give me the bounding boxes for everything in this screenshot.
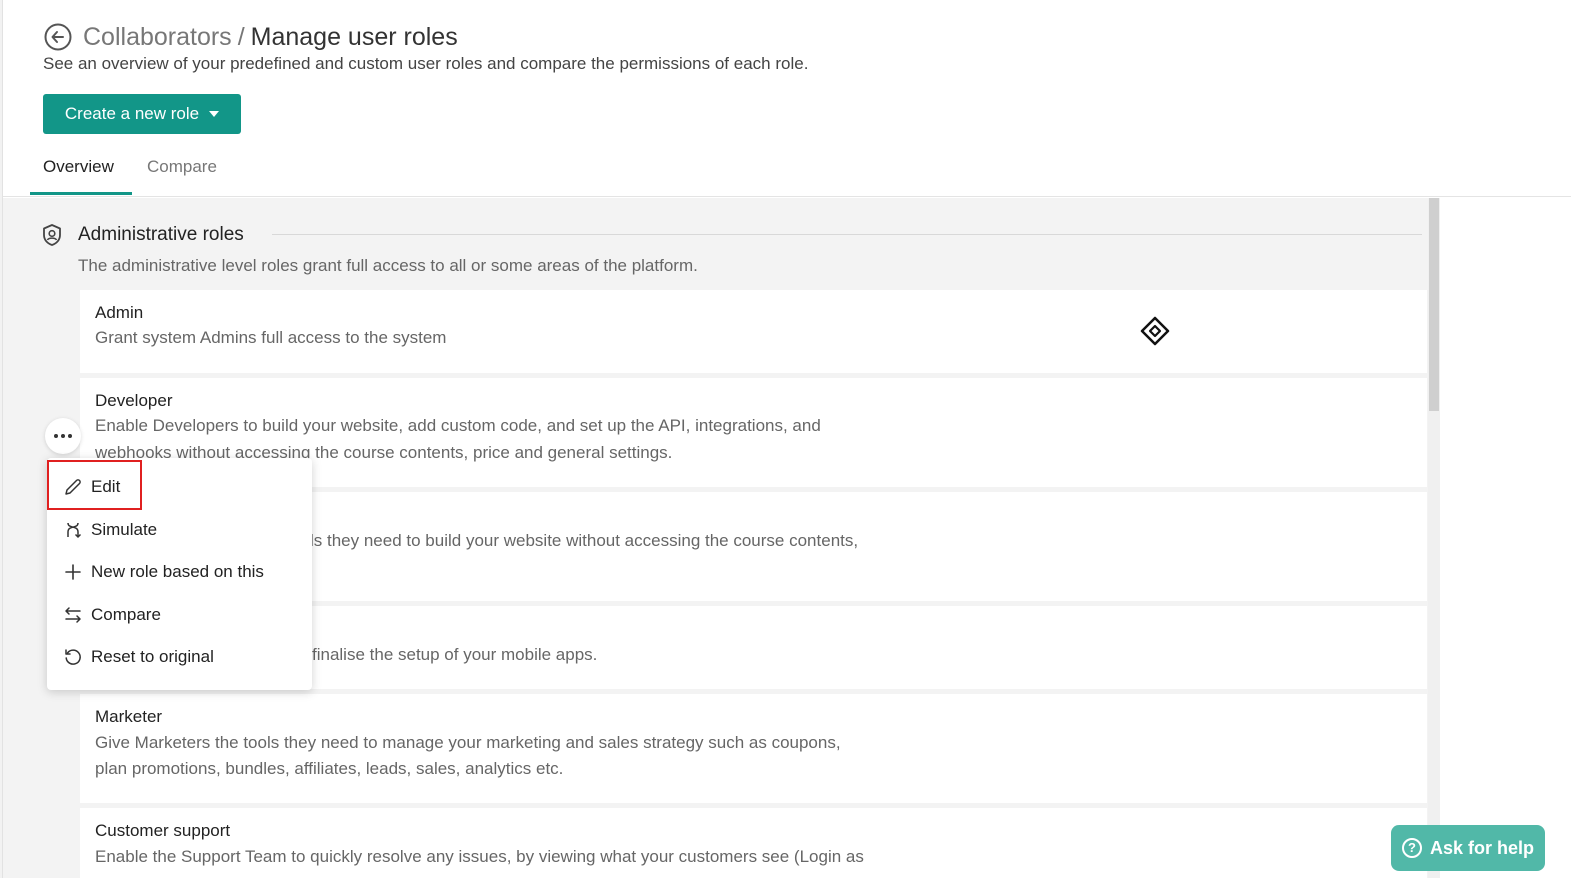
system-role-badge-icon: [1140, 316, 1170, 346]
menu-item-label: Reset to original: [91, 647, 214, 666]
menu-item-reset[interactable]: Reset to original: [47, 637, 312, 677]
menu-item-label: New role based on this: [91, 562, 264, 581]
active-tab-indicator: [30, 192, 132, 195]
role-description-line1: Give Marketers the tools they need to ma…: [95, 733, 841, 752]
create-role-button[interactable]: Create a new role: [43, 94, 241, 134]
compare-arrows-icon: [65, 607, 81, 623]
back-arrow-icon: [44, 23, 72, 51]
breadcrumb-current: Manage user roles: [250, 23, 458, 51]
create-role-label: Create a new role: [64, 104, 200, 123]
dot: [61, 434, 65, 438]
role-name: Admin: [95, 303, 144, 322]
section-divider: [272, 234, 1422, 235]
admin-shield-icon: [43, 224, 61, 246]
menu-item-simulate[interactable]: Simulate: [47, 510, 312, 550]
reset-icon: [65, 649, 81, 665]
section-description: The administrative level roles grant ful…: [78, 256, 698, 275]
role-card-marketer[interactable]: Marketer Give Marketers the tools they n…: [80, 694, 1427, 803]
ask-for-help-button[interactable]: ? Ask for help: [1391, 825, 1545, 871]
menu-item-label: Simulate: [91, 520, 158, 539]
simulate-icon: [67, 522, 82, 539]
menu-item-compare[interactable]: Compare: [47, 595, 312, 635]
scrollbar-thumb[interactable]: [1429, 198, 1439, 411]
section-title: Administrative roles: [78, 224, 244, 245]
role-description: Grant system Admins full access to the s…: [95, 328, 447, 347]
role-description-line1: Enable Developers to build your website,…: [95, 416, 821, 435]
tab-overview[interactable]: Overview: [43, 157, 114, 177]
menu-item-label: Compare: [91, 605, 161, 624]
role-name: Marketer: [95, 707, 163, 726]
breadcrumb-separator: /: [237, 23, 245, 51]
dot: [68, 434, 72, 438]
page-subtitle: See an overview of your predefined and c…: [43, 54, 809, 73]
page-header: Collaborators / Manage user roles See an o…: [3, 0, 1571, 197]
dot: [54, 434, 58, 438]
menu-item-new-role[interactable]: New role based on this: [47, 552, 312, 592]
edit-highlight-box: [47, 460, 142, 510]
tab-compare[interactable]: Compare: [147, 157, 217, 177]
role-description-partial: ls they need to build your website witho…: [310, 531, 859, 550]
more-options-button[interactable]: [45, 418, 81, 454]
role-name: Customer support: [95, 821, 231, 840]
page-title: Collaborators / Manage user roles: [83, 22, 458, 52]
caret-down-icon: [209, 111, 220, 117]
role-card-customer-support[interactable]: Customer support Enable the Support Team…: [80, 808, 1427, 878]
breadcrumb-collaborators[interactable]: Collaborators: [83, 23, 232, 51]
role-name: Developer: [95, 391, 173, 410]
plus-icon: [65, 564, 81, 580]
question-circle-icon: ?: [1401, 838, 1422, 858]
help-label: Ask for help: [1429, 837, 1535, 858]
role-description-line1: Enable the Support Team to quickly resol…: [95, 847, 864, 866]
role-context-menu: Edit Simulate New role based on this Com…: [47, 458, 312, 690]
role-card-admin[interactable]: Admin Grant system Admins full access to…: [80, 290, 1427, 373]
role-description-partial: finalise the setup of your mobile apps.: [312, 645, 598, 664]
role-description-line2: plan promotions, bundles, affiliates, le…: [95, 759, 564, 778]
back-button[interactable]: [43, 22, 73, 52]
